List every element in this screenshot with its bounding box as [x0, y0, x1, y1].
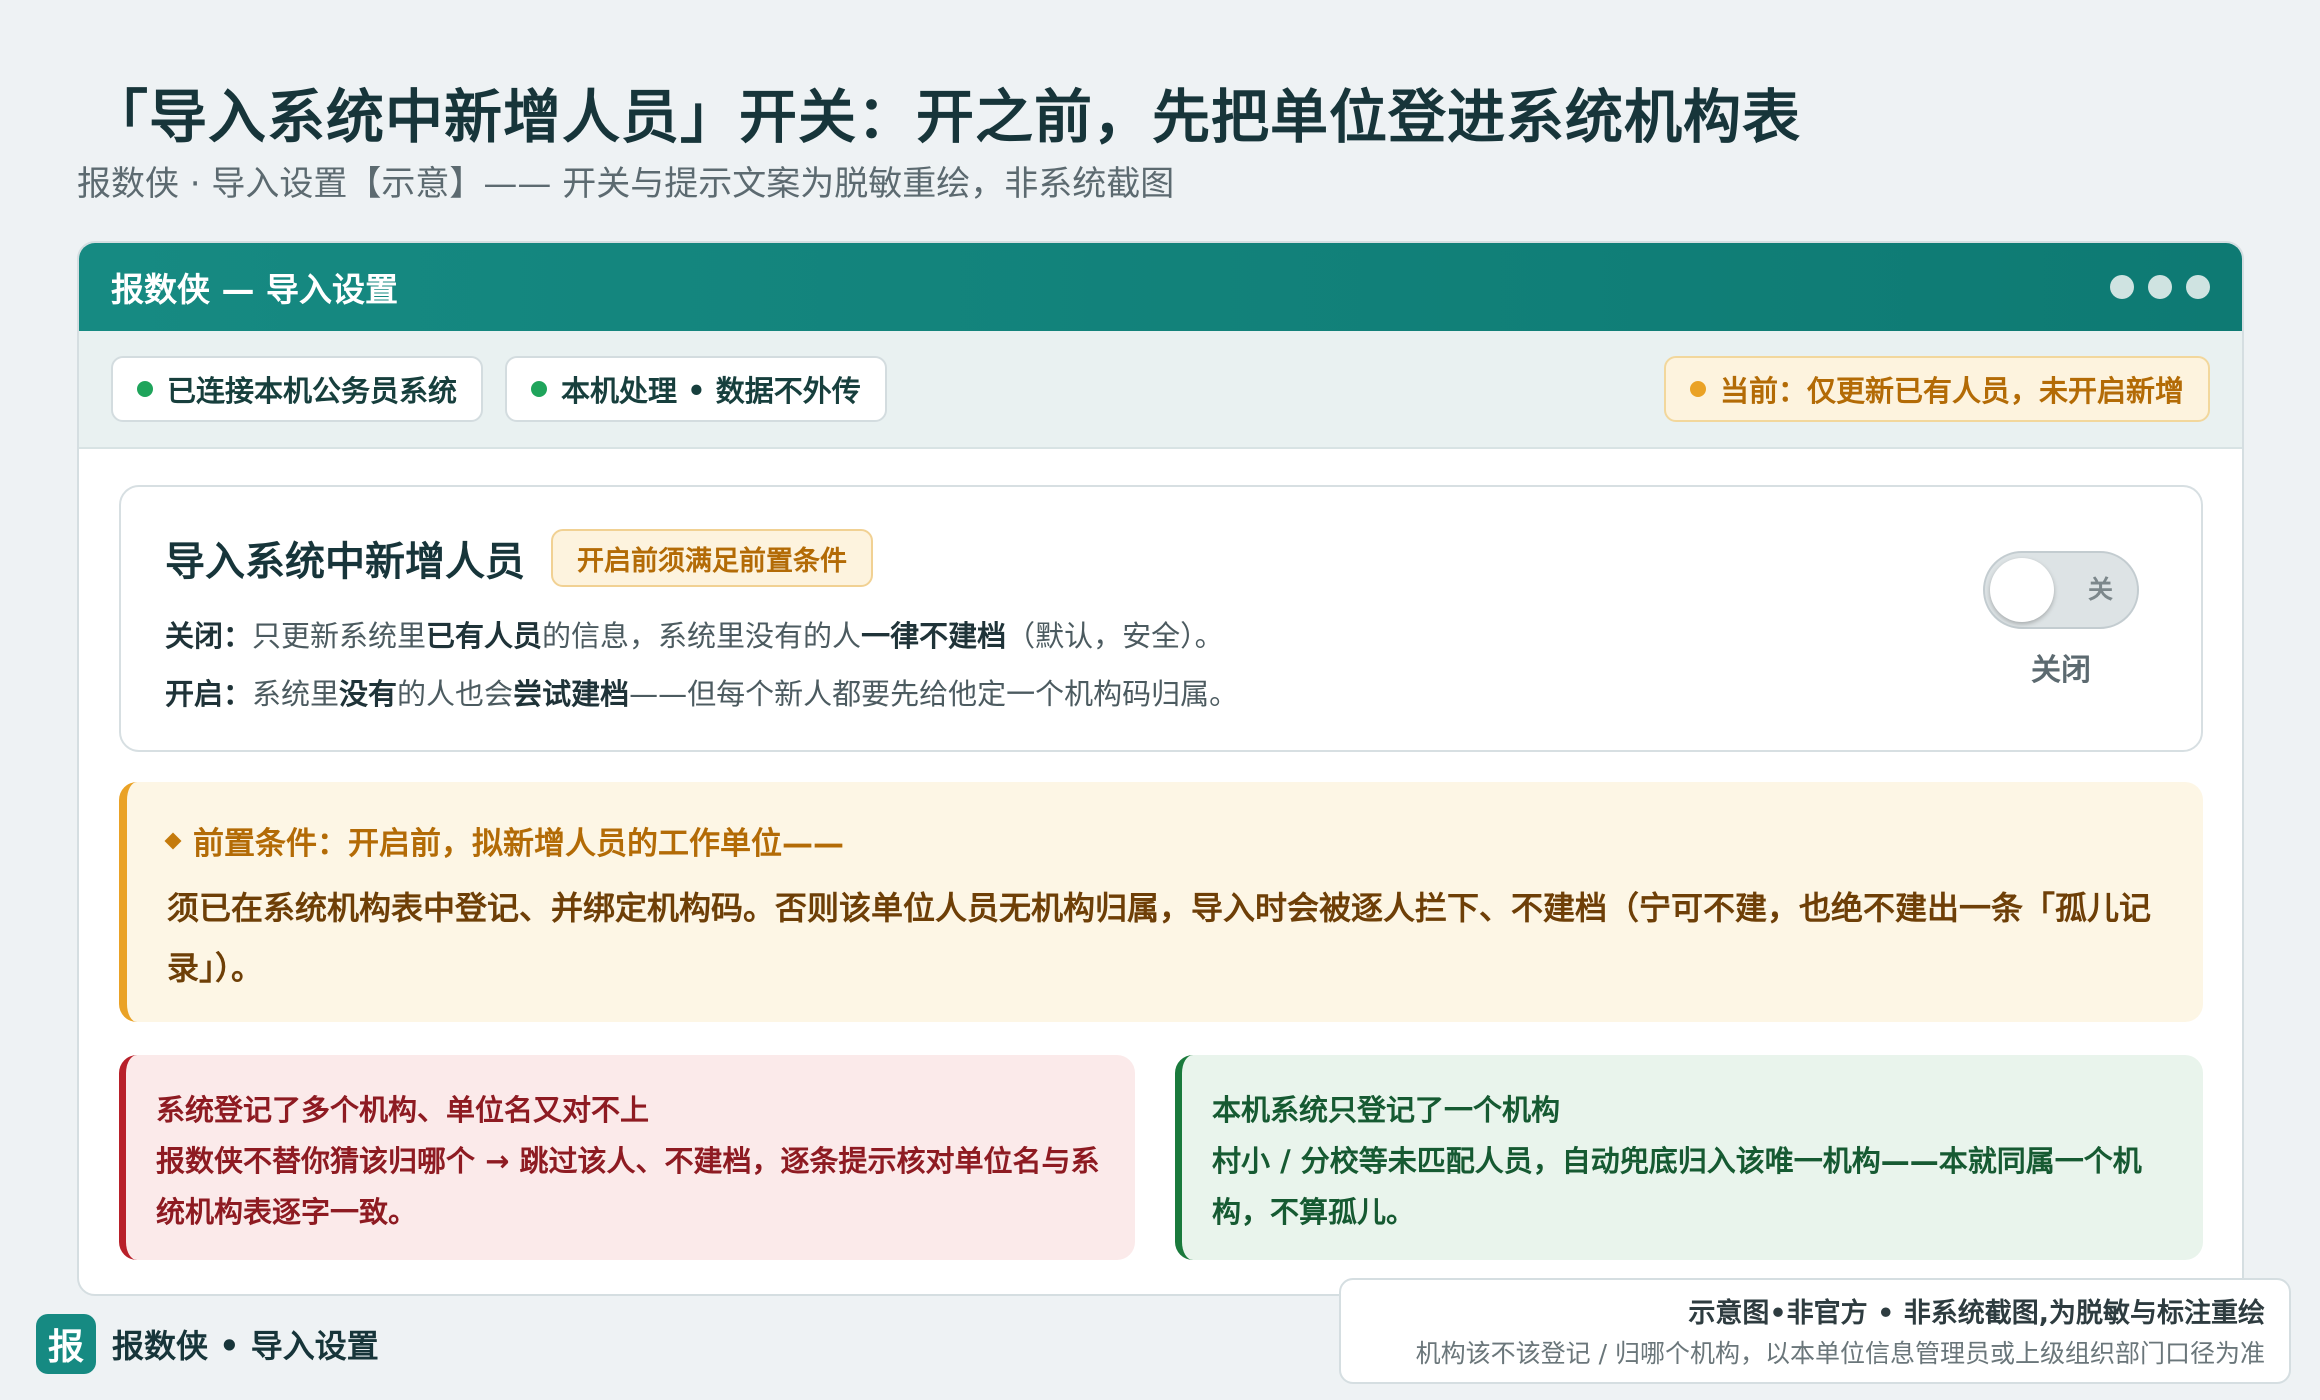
status-chip-current: 当前：仅更新已有人员，未开启新增 [1663, 356, 2210, 422]
desc-text: ——但每个新人都要先给他定一个机构码归属。 [629, 677, 1239, 711]
setting-card-add-personnel: 导入系统中新增人员 开启前须满足前置条件 关闭：只更新系统里已有人员的信息，系统… [119, 485, 2203, 752]
footer-brand: 报 报数侠 • 导入设置 [36, 1314, 379, 1374]
toggle-knob[interactable] [1990, 558, 2054, 622]
setting-header: 导入系统中新增人员 开启前须满足前置条件 [165, 529, 873, 587]
status-chip-local: 本机处理 • 数据不外传 [505, 356, 887, 422]
desc-emphasis: 已有人员 [426, 619, 543, 653]
disclaimer-main: 示意图•非官方 • 非系统截图,为脱敏与标注重绘 [1688, 1298, 2265, 1329]
window-controls [2110, 275, 2210, 299]
status-chip-label: 已连接本机公务员系统 [167, 374, 458, 408]
status-dot-icon [1689, 381, 1706, 397]
desc-text: 只更新系统里 [252, 619, 427, 653]
status-chip-label: 本机处理 • 数据不外传 [561, 374, 861, 408]
add-personnel-toggle[interactable]: 关 [1983, 551, 2139, 629]
page-subtitle: 报数侠 · 导入设置【示意】—— 开关与提示文案为脱敏重绘，非系统截图 [77, 164, 1175, 204]
desc-emphasis: 尝试建档 [513, 677, 630, 711]
desc-text: 的信息，系统里没有的人 [542, 619, 862, 653]
desc-off-label: 关闭： [165, 619, 253, 653]
setting-title: 导入系统中新增人员 [165, 539, 525, 585]
status-dot-icon [531, 381, 548, 397]
desc-emphasis: 没有 [339, 677, 398, 711]
notice-body: 须已在系统机构表中登记、并绑定机构码。否则该单位人员无机构归属，导入时会被逐人拦… [167, 889, 2152, 987]
setting-desc-on: 开启：系统里没有的人也会尝试建档——但每个新人都要先给他定一个机构码归属。 [165, 671, 1238, 713]
toggle-state-label: 关闭 [2031, 653, 2091, 688]
case-body: 报数侠不替你猜该归哪个 → 跳过该人、不建档，逐条提示核对单位名与系统机构表逐字… [156, 1144, 1100, 1229]
window-titlebar: 报数侠 — 导入设置 [79, 243, 2242, 331]
status-bar: 已连接本机公务员系统 本机处理 • 数据不外传 当前：仅更新已有人员，未开启新增 [79, 331, 2242, 449]
desc-text: 的人也会 [397, 677, 514, 711]
status-chip-label: 当前：仅更新已有人员，未开启新增 [1719, 374, 2184, 408]
notice-title: 前置条件：开启前，拟新增人员的工作单位—— [193, 826, 844, 862]
precondition-notice: 前置条件：开启前，拟新增人员的工作单位—— 须已在系统机构表中登记、并绑定机构码… [119, 782, 2203, 1022]
disclaimer-sub: 机构该不该登记 / 归哪个机构，以本单位信息管理员或上级组织部门口径为准 [1415, 1339, 2265, 1368]
diamond-icon [164, 832, 182, 849]
toggle-inline-label: 关 [2087, 575, 2113, 604]
desc-text: 系统里 [252, 677, 340, 711]
setting-desc-off: 关闭：只更新系统里已有人员的信息，系统里没有的人一律不建档（默认，安全）。 [165, 613, 1224, 655]
case-title: 系统登记了多个机构、单位名又对不上 [156, 1093, 650, 1127]
page-title: 「导入系统中新增人员」开关：开之前，先把单位登进系统机构表 [90, 83, 1802, 151]
desc-on-label: 开启： [165, 677, 253, 711]
brand-logo-icon: 报 [36, 1314, 96, 1374]
window-dot-icon[interactable] [2110, 275, 2134, 299]
disclaimer-box: 示意图•非官方 • 非系统截图,为脱敏与标注重绘 机构该不该登记 / 归哪个机构… [1339, 1278, 2291, 1384]
window-dot-icon[interactable] [2186, 275, 2210, 299]
case-title: 本机系统只登记了一个机构 [1212, 1093, 1561, 1127]
desc-text: （默认，安全）。 [1006, 619, 1224, 653]
settings-window: 报数侠 — 导入设置 已连接本机公务员系统 本机处理 • 数据不外传 当前：仅更… [77, 241, 2244, 1296]
case-multiple-orgs: 系统登记了多个机构、单位名又对不上 报数侠不替你猜该归哪个 → 跳过该人、不建档… [119, 1055, 1135, 1260]
desc-emphasis: 一律不建档 [861, 619, 1007, 653]
footer-brand-text: 报数侠 • 导入设置 [112, 1327, 379, 1365]
window-dot-icon[interactable] [2148, 275, 2172, 299]
window-title: 报数侠 — 导入设置 [111, 270, 398, 309]
case-single-org: 本机系统只登记了一个机构 村小 / 分校等未匹配人员，自动兜底归入该唯一机构——… [1175, 1055, 2203, 1260]
notice-header: 前置条件：开启前，拟新增人员的工作单位—— [164, 818, 844, 863]
case-body: 村小 / 分校等未匹配人员，自动兜底归入该唯一机构——本就同属一个机构，不算孤儿… [1212, 1144, 2142, 1229]
status-dot-icon [137, 381, 153, 397]
precondition-badge: 开启前须满足前置条件 [551, 529, 873, 587]
status-chip-connected: 已连接本机公务员系统 [111, 356, 484, 422]
